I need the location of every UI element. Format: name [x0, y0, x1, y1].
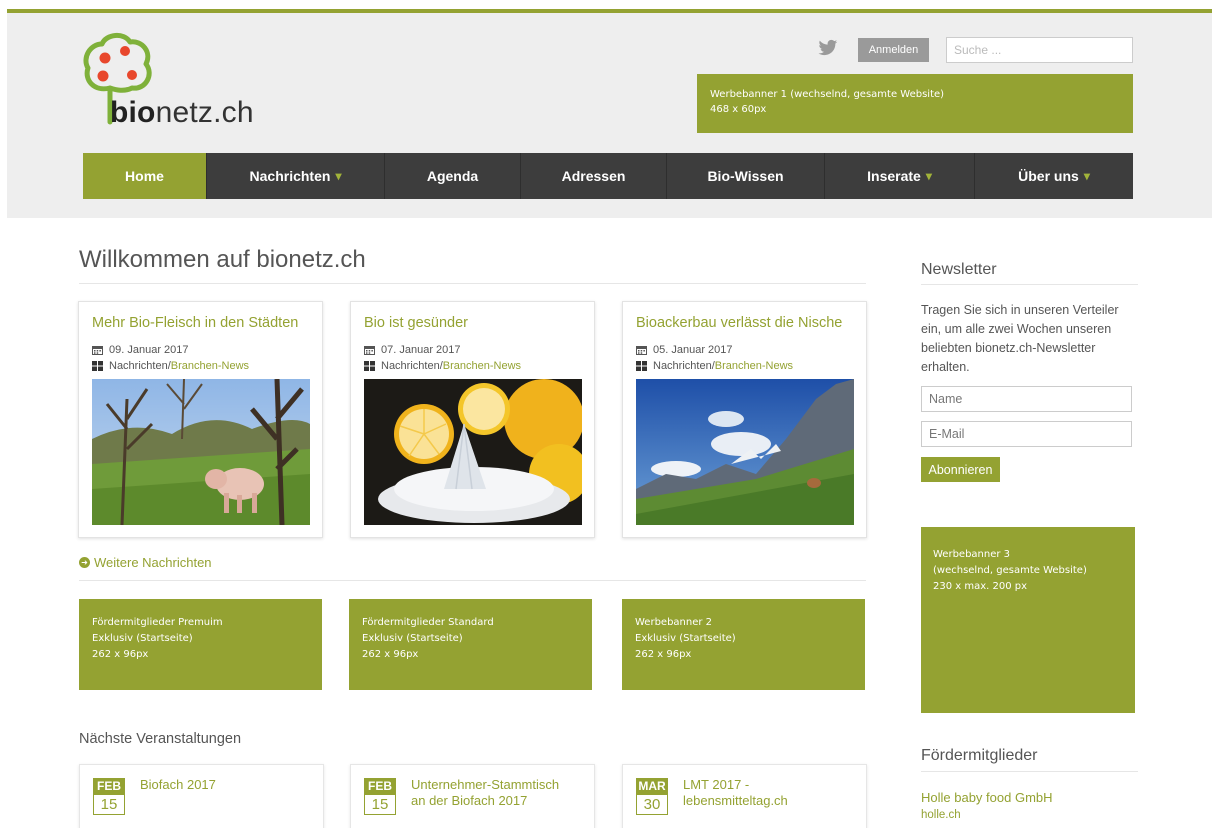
news-image-mountain[interactable]	[636, 379, 854, 525]
news-category: Nachrichten / Branchen-News	[636, 360, 793, 372]
calendar-icon	[364, 346, 375, 355]
news-image-lemons[interactable]	[364, 379, 582, 525]
ad-banner-3[interactable]: Werbebanner 3 (wechselnd, gesamte Websit…	[921, 527, 1135, 713]
divider	[79, 283, 866, 284]
news-title[interactable]: Bioackerbau verlässt die Nische	[636, 315, 842, 331]
member-link[interactable]: Holle baby food GmbH	[921, 790, 1053, 805]
member-url-link[interactable]: holle.ch	[921, 809, 961, 821]
caret-down-icon: ▾	[1083, 169, 1090, 183]
nav-bio-wissen[interactable]: Bio-Wissen	[667, 153, 825, 199]
ad-banner-1[interactable]: Werbebanner 1 (wechselnd, gesamte Websit…	[697, 74, 1133, 133]
event-title[interactable]: Unternehmer-Stammtisch an der Biofach 201…	[411, 777, 559, 809]
category-link[interactable]: Branchen-News	[715, 360, 793, 372]
caret-down-icon: ▾	[335, 169, 342, 183]
category-link[interactable]: Branchen-News	[171, 360, 249, 372]
sponsor-banner-premium[interactable]: Fördermitglieder Premuim Exklusiv (Start…	[79, 599, 322, 690]
divider	[921, 771, 1138, 772]
news-card: Bioackerbau verlässt die Nische 05. Janu…	[622, 301, 867, 538]
banner1-size: 468 x 60px	[710, 104, 767, 115]
login-button[interactable]: Anmelden	[858, 38, 929, 62]
event-card[interactable]: FEB 15 Unternehmer-Stammtisch an der Biof…	[350, 764, 595, 828]
arrow-circle-right-icon: ➜	[79, 557, 90, 568]
newsletter-heading: Newsletter	[921, 261, 997, 278]
news-image-pig[interactable]	[92, 379, 310, 525]
divider	[79, 580, 866, 581]
logo-text: bionetz.ch	[110, 96, 254, 129]
more-news-link[interactable]: ➜ Weitere Nachrichten	[79, 555, 212, 570]
nav-agenda[interactable]: Agenda	[385, 153, 521, 199]
twitter-icon[interactable]	[818, 39, 838, 57]
news-card: Bio ist gesünder 07. Januar 2017 Nachric…	[350, 301, 595, 538]
news-title[interactable]: Mehr Bio-Fleisch in den Städten	[92, 315, 298, 331]
nav-ueber-uns[interactable]: Über uns ▾	[975, 153, 1133, 199]
nav-home[interactable]: Home	[83, 153, 207, 199]
news-card: Mehr Bio-Fleisch in den Städten 09. Janu…	[78, 301, 323, 538]
members-heading: Fördermitglieder	[921, 747, 1038, 764]
news-date: 09. Januar 2017	[92, 344, 189, 356]
event-card[interactable]: MAR 30 LMT 2017 - lebensmitteltag.ch	[622, 764, 867, 828]
news-title[interactable]: Bio ist gesünder	[364, 315, 468, 331]
grid-icon	[364, 361, 375, 371]
main-nav: Home Nachrichten ▾ Agenda Adressen Bio-Wi…	[83, 153, 1133, 199]
news-category: Nachrichten / Branchen-News	[92, 360, 249, 372]
nav-nachrichten[interactable]: Nachrichten ▾	[207, 153, 385, 199]
ad-banner-2[interactable]: Werbebanner 2 Exklusiv (Startseite) 262 …	[622, 599, 865, 690]
event-title[interactable]: LMT 2017 - lebensmitteltag.ch	[683, 777, 788, 809]
calendar-badge: MAR 30	[636, 778, 668, 815]
search-input[interactable]	[946, 37, 1133, 63]
email-field[interactable]	[921, 421, 1132, 447]
news-date: 05. Januar 2017	[636, 344, 733, 356]
subscribe-button[interactable]: Abonnieren	[921, 457, 1000, 482]
calendar-badge: FEB 15	[364, 778, 396, 815]
grid-icon	[92, 361, 103, 371]
banner1-line1: Werbebanner 1 (wechselnd, gesamte Websit…	[710, 89, 945, 100]
calendar-icon	[92, 346, 103, 355]
grid-icon	[636, 361, 647, 371]
nav-adressen[interactable]: Adressen	[521, 153, 667, 199]
name-field[interactable]	[921, 386, 1132, 412]
calendar-icon	[636, 346, 647, 355]
events-heading: Nächste Veranstaltungen	[79, 731, 242, 747]
calendar-badge: FEB 15	[93, 778, 125, 815]
news-date: 07. Januar 2017	[364, 344, 461, 356]
divider	[921, 284, 1138, 285]
newsletter-description: Tragen Sie sich in unseren Verteiler ein…	[921, 303, 1119, 374]
news-category: Nachrichten / Branchen-News	[364, 360, 521, 372]
event-title[interactable]: Biofach 2017	[140, 777, 216, 793]
event-card[interactable]: FEB 15 Biofach 2017	[79, 764, 324, 828]
nav-inserate[interactable]: Inserate ▾	[825, 153, 975, 199]
page-title: Willkommen auf bionetz.ch	[79, 246, 366, 273]
caret-down-icon: ▾	[925, 169, 932, 183]
sponsor-banner-standard[interactable]: Fördermitglieder Standard Exklusiv (Star…	[349, 599, 592, 690]
category-link[interactable]: Branchen-News	[443, 360, 521, 372]
